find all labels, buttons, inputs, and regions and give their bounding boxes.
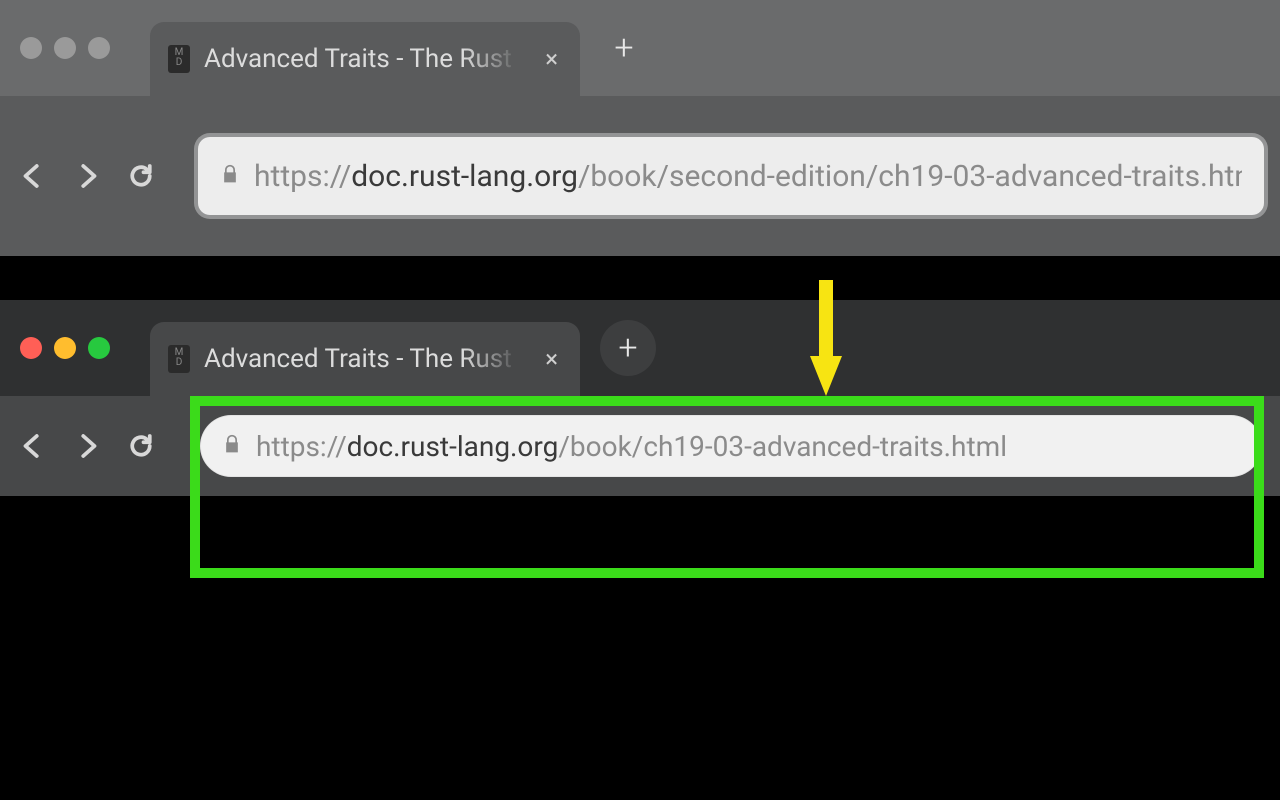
reload-icon — [126, 161, 156, 191]
new-tab-button[interactable]: + — [600, 24, 648, 72]
forward-button[interactable] — [60, 149, 114, 203]
plus-icon: + — [614, 28, 633, 68]
tab-title: Advanced Traits - The Rust Pro — [204, 344, 527, 374]
plus-icon: + — [618, 328, 637, 368]
browser-window-after: MD Advanced Traits - The Rust Pro × + ht… — [0, 300, 1280, 496]
reload-button[interactable] — [114, 149, 168, 203]
tabstrip: MD Advanced Traits - The Rust Pro × + — [0, 0, 1280, 96]
window-controls — [20, 37, 110, 59]
address-bar[interactable]: https://doc.rust-lang.org/book/ch19-03-a… — [200, 415, 1262, 477]
browser-tab[interactable]: MD Advanced Traits - The Rust Pro × — [150, 22, 580, 96]
arrow-right-icon — [72, 431, 102, 461]
browser-window-before: MD Advanced Traits - The Rust Pro × + ht… — [0, 0, 1280, 256]
arrow-left-icon — [18, 161, 48, 191]
arrow-right-icon — [72, 161, 102, 191]
tab-title: Advanced Traits - The Rust Pro — [204, 44, 527, 74]
back-button[interactable] — [6, 149, 60, 203]
toolbar: https://doc.rust-lang.org/book/ch19-03-a… — [0, 396, 1280, 496]
window-minimize-button[interactable] — [54, 337, 76, 359]
address-bar[interactable]: https://doc.rust-lang.org/book/second-ed… — [198, 137, 1264, 215]
favicon-icon: MD — [168, 345, 190, 373]
browser-tab[interactable]: MD Advanced Traits - The Rust Pro × — [150, 322, 580, 396]
toolbar: https://doc.rust-lang.org/book/second-ed… — [0, 96, 1280, 256]
tabstrip: MD Advanced Traits - The Rust Pro × + — [0, 300, 1280, 396]
url-host: doc.rust-lang.org — [347, 430, 559, 463]
close-tab-button[interactable]: × — [541, 41, 562, 77]
back-button[interactable] — [6, 419, 60, 473]
window-close-button[interactable] — [20, 337, 42, 359]
reload-icon — [126, 431, 156, 461]
favicon-icon: MD — [168, 45, 190, 73]
window-controls — [20, 337, 110, 359]
arrow-left-icon — [18, 431, 48, 461]
lock-icon — [222, 430, 242, 463]
window-maximize-button[interactable] — [88, 337, 110, 359]
url-scheme: https:// — [256, 430, 347, 463]
forward-button[interactable] — [60, 419, 114, 473]
url-host: doc.rust-lang.org — [351, 159, 578, 194]
url-text: https://doc.rust-lang.org/book/second-ed… — [254, 159, 1242, 194]
lock-icon — [220, 159, 240, 194]
url-scheme: https:// — [254, 159, 351, 194]
window-minimize-button[interactable] — [54, 37, 76, 59]
reload-button[interactable] — [114, 419, 168, 473]
url-path: /book/second-edition/ch19-03-advanced-tr… — [578, 159, 1242, 194]
url-path: /book/ch19-03-advanced-traits.html — [558, 430, 1007, 463]
url-text: https://doc.rust-lang.org/book/ch19-03-a… — [256, 430, 1007, 463]
window-maximize-button[interactable] — [88, 37, 110, 59]
new-tab-button[interactable]: + — [600, 320, 656, 376]
close-tab-button[interactable]: × — [541, 341, 562, 377]
window-close-button[interactable] — [20, 37, 42, 59]
